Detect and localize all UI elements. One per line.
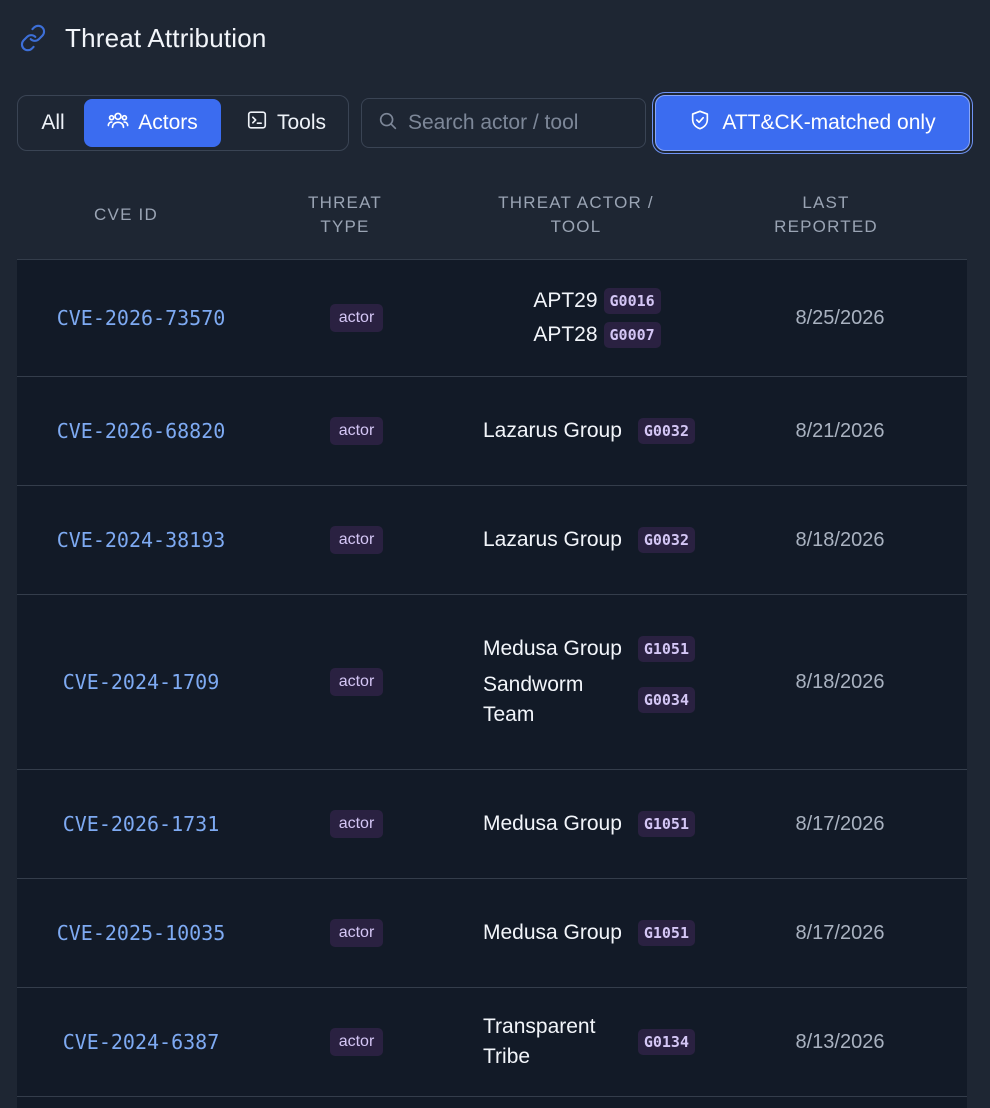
filter-all-label: All	[41, 111, 65, 134]
actor-list: Medusa Group G1051 Sandworm Team G0034	[483, 595, 695, 769]
last-reported-date: 8/21/2026	[795, 419, 885, 442]
actor-name: Medusa Group	[483, 921, 622, 944]
search-box	[361, 98, 646, 148]
threat-type-badge: actor	[329, 1028, 384, 1056]
filter-all-button[interactable]: All	[22, 99, 84, 147]
actor-name: Medusa Group	[483, 637, 622, 660]
last-reported-date: 8/17/2026	[795, 812, 885, 835]
table-row[interactable]: CVE-2024-1709 actor Medusa Group G1051 S…	[17, 595, 967, 770]
threat-type-badge: actor	[329, 810, 384, 838]
table-row[interactable]	[17, 1097, 967, 1108]
attck-group-id-badge[interactable]: G0016	[603, 288, 661, 314]
actor-name: Lazarus Group	[483, 528, 622, 551]
actor-name: APT29	[533, 289, 598, 312]
filter-actors-button[interactable]: Actors	[84, 99, 221, 147]
cve-link[interactable]: CVE-2026-68820	[57, 419, 226, 443]
page-header: Threat Attribution	[18, 20, 267, 56]
attck-matched-label: ATT&CK-matched only	[722, 111, 936, 134]
last-reported-date: 8/13/2026	[795, 1030, 885, 1053]
last-reported-date: 8/18/2026	[795, 670, 885, 693]
cve-link[interactable]: CVE-2026-1731	[63, 812, 220, 836]
actor-entry: Medusa Group G1051	[483, 634, 695, 664]
search-input[interactable]	[408, 111, 628, 135]
column-header-cve-id[interactable]: CVE ID	[17, 170, 235, 260]
table-row[interactable]: CVE-2025-10035 actor Medusa Group G1051 …	[17, 879, 967, 988]
last-reported-date: 8/17/2026	[795, 921, 885, 944]
last-reported-date: 8/18/2026	[795, 528, 885, 551]
attck-group-id-badge[interactable]: G0034	[637, 687, 695, 713]
filter-tools-label: Tools	[276, 111, 327, 134]
actor-list: Medusa Group G1051	[483, 879, 695, 987]
cve-link[interactable]: CVE-2024-1709	[63, 670, 220, 694]
filter-actors-label: Actors	[138, 111, 198, 134]
actor-entry: APT29 G0016	[533, 286, 661, 316]
cve-link[interactable]: CVE-2026-73570	[57, 306, 226, 330]
cve-link[interactable]: CVE-2025-10035	[57, 921, 226, 945]
actor-list: Lazarus Group G0032	[483, 486, 695, 594]
table-header: CVE ID THREAT TYPE THREAT ACTOR / TOOL L…	[17, 170, 967, 260]
column-header-threat-type[interactable]: THREAT TYPE	[285, 170, 405, 260]
threat-type-badge: actor	[329, 304, 384, 332]
actor-list: APT29 G0016 APT28 G0007	[447, 260, 747, 376]
attck-group-id-badge[interactable]: G1051	[637, 636, 695, 662]
attck-group-id-badge[interactable]: G1051	[637, 920, 695, 946]
actor-list: Medusa Group G1051	[483, 770, 695, 878]
actor-entry: Transparent Tribe G0134	[483, 1012, 695, 1072]
attck-group-id-badge[interactable]: G0032	[637, 418, 695, 444]
attck-group-id-badge[interactable]: G0032	[637, 527, 695, 553]
table-row[interactable]: CVE-2024-38193 actor Lazarus Group G0032…	[17, 486, 967, 595]
actor-entry: Medusa Group G1051	[483, 809, 695, 839]
actor-entry: Sandworm Team G0034	[483, 670, 695, 730]
actor-entry: Lazarus Group G0032	[483, 525, 695, 555]
filter-tools-button[interactable]: Tools	[226, 99, 346, 147]
actor-entry: Lazarus Group G0032	[483, 416, 695, 446]
shield-check-icon	[689, 109, 711, 137]
column-header-threat-actor[interactable]: THREAT ACTOR / TOOL	[476, 170, 676, 260]
actor-list: Transparent Tribe G0134	[483, 988, 695, 1096]
actor-list: Lazarus Group G0032	[483, 377, 695, 485]
cve-link[interactable]: CVE-2024-6387	[63, 1030, 220, 1054]
terminal-icon	[246, 109, 268, 137]
page-title: Threat Attribution	[65, 22, 267, 53]
threat-type-badge: actor	[329, 668, 384, 696]
toolbar: All Actors Tools Search actor / tool ATT…	[17, 95, 970, 151]
column-header-last-reported[interactable]: LAST REPORTED	[756, 170, 896, 260]
threat-type-badge: actor	[329, 526, 384, 554]
actor-name: Lazarus Group	[483, 419, 622, 442]
threat-table: CVE ID THREAT TYPE THREAT ACTOR / TOOL L…	[17, 170, 967, 1108]
actor-name: Sandworm Team	[483, 673, 584, 726]
attck-matched-toggle[interactable]: ATT&CK-matched only	[655, 95, 970, 151]
threat-type-badge: actor	[329, 919, 384, 947]
actor-entry: Medusa Group G1051	[483, 918, 695, 948]
table-row[interactable]: CVE-2024-6387 actor Transparent Tribe G0…	[17, 988, 967, 1097]
attck-group-id-badge[interactable]: G0134	[637, 1029, 695, 1055]
search-icon	[377, 110, 399, 137]
actor-name: Transparent Tribe	[483, 1015, 596, 1068]
table-row[interactable]: CVE-2026-1731 actor Medusa Group G1051 8…	[17, 770, 967, 879]
table-row[interactable]: CVE-2026-73570 actor APT29 G0016 APT28 G…	[17, 260, 967, 377]
link-icon	[18, 23, 48, 53]
actor-entry: APT28 G0007	[533, 320, 661, 350]
actor-name: Medusa Group	[483, 812, 622, 835]
table-row[interactable]: CVE-2026-68820 actor Lazarus Group G0032…	[17, 377, 967, 486]
attck-group-id-badge[interactable]: G1051	[637, 811, 695, 837]
threat-type-badge: actor	[329, 417, 384, 445]
cve-link[interactable]: CVE-2024-38193	[57, 528, 226, 552]
actor-name: APT28	[533, 323, 598, 346]
attck-group-id-badge[interactable]: G0007	[603, 322, 661, 348]
last-reported-date: 8/25/2026	[795, 306, 885, 329]
users-icon	[107, 109, 129, 137]
threat-type-filter: All Actors Tools	[17, 95, 349, 151]
